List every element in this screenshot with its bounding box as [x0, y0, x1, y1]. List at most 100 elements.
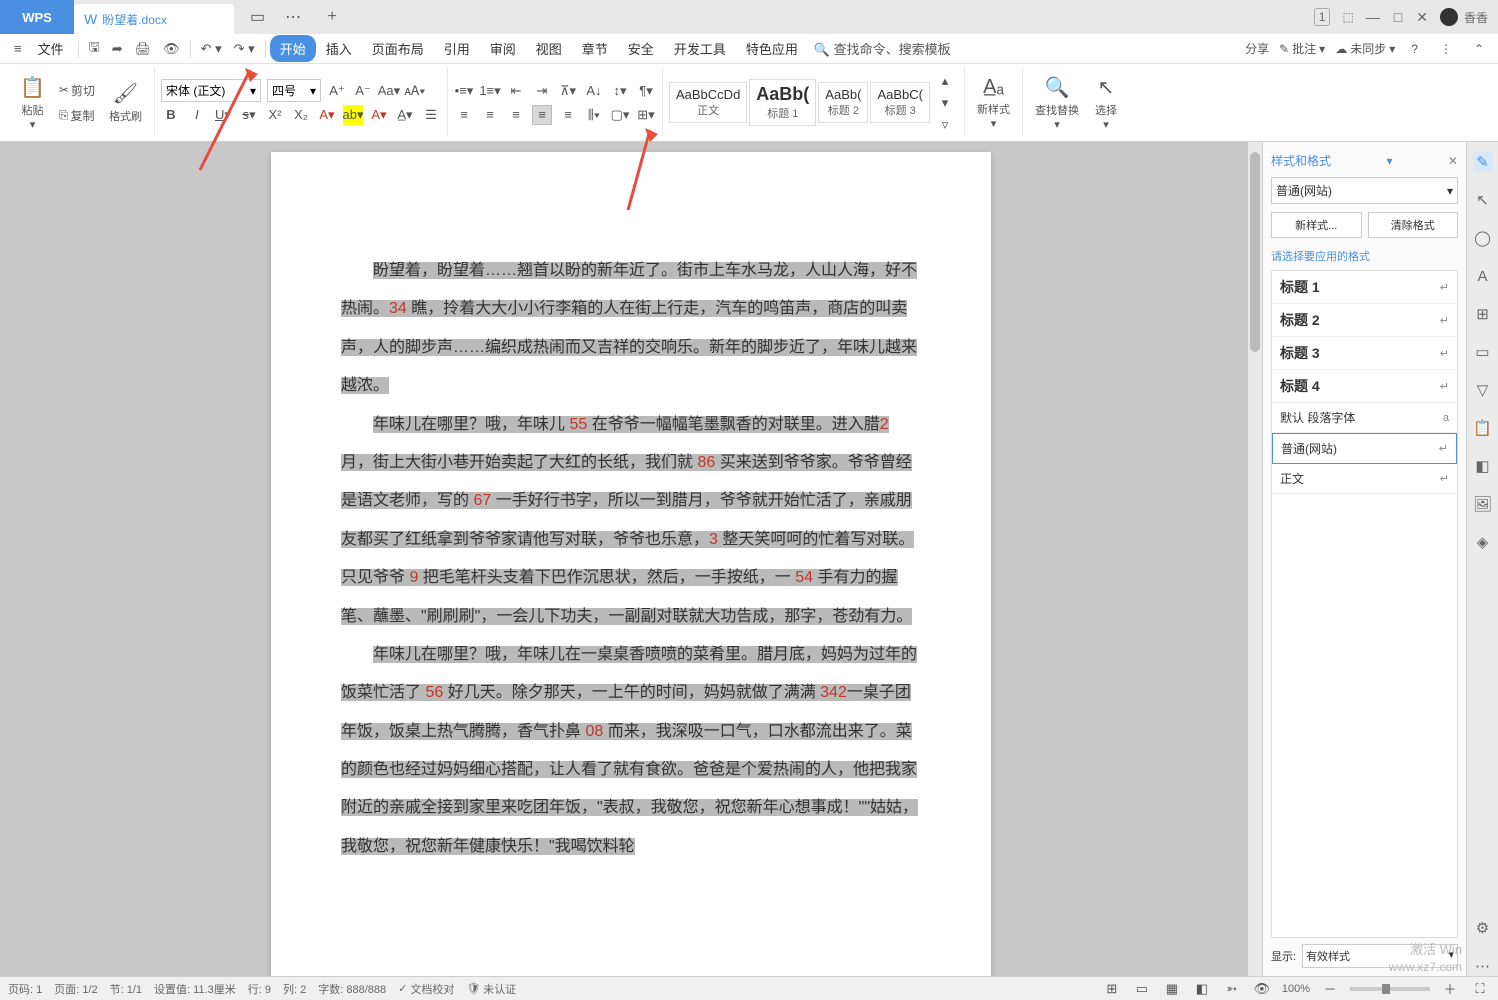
- style-expand[interactable]: ▿: [935, 115, 955, 135]
- fullscreen-icon[interactable]: ⛶: [1470, 979, 1490, 999]
- style-item-normal-web[interactable]: 普通(网站)↵: [1272, 433, 1457, 464]
- minimize-button[interactable]: —: [1366, 9, 1380, 26]
- style-scroll-down[interactable]: ▾: [935, 93, 955, 113]
- style-item-default-font[interactable]: 默认 段落字体a: [1272, 403, 1457, 433]
- italic-icon[interactable]: I: [187, 105, 207, 125]
- add-tab-button[interactable]: +: [317, 2, 347, 32]
- style-item-heading1[interactable]: 标题 1↵: [1272, 271, 1457, 304]
- cut-button[interactable]: ✂剪切: [55, 80, 99, 101]
- increase-indent-icon[interactable]: ⇥: [532, 81, 552, 101]
- font-name-select[interactable]: 宋体 (正文)▾: [161, 79, 261, 102]
- strip-chart-icon[interactable]: ▭: [1473, 342, 1493, 362]
- status-section[interactable]: 节: 1/1: [110, 981, 142, 997]
- increase-font-icon[interactable]: A⁺: [327, 81, 347, 101]
- paste-button[interactable]: 📋粘贴▾: [14, 68, 51, 137]
- numbering-icon[interactable]: 1≡▾: [480, 81, 500, 101]
- document-tab[interactable]: W 盼望着.docx: [74, 4, 234, 34]
- current-style-select[interactable]: 普通(网站)▾: [1271, 177, 1458, 204]
- strip-filter-icon[interactable]: ▽: [1473, 380, 1493, 400]
- style-item-body[interactable]: 正文↵: [1272, 464, 1457, 494]
- bold-icon[interactable]: B: [161, 105, 181, 125]
- decrease-font-icon[interactable]: A⁻: [353, 81, 373, 101]
- show-marks-icon[interactable]: ¶▾: [636, 81, 656, 101]
- view-mode-5-icon[interactable]: ➳: [1222, 979, 1242, 999]
- distribute-icon[interactable]: ≡: [558, 105, 578, 125]
- strikethrough-icon[interactable]: ꜱ▾: [239, 105, 259, 125]
- status-page[interactable]: 页面: 1/2: [54, 981, 97, 997]
- font-size-select[interactable]: 四号▾: [267, 79, 321, 102]
- print-preview-icon[interactable]: 👁: [157, 37, 186, 61]
- style-scroll-up[interactable]: ▴: [935, 71, 955, 91]
- style-item-heading3[interactable]: 标题 3↵: [1272, 337, 1457, 370]
- highlight-icon[interactable]: ab▾: [343, 105, 363, 125]
- zoom-in-icon[interactable]: ＋: [1440, 979, 1460, 999]
- strip-resource-icon[interactable]: ◈: [1473, 532, 1493, 552]
- tab-references[interactable]: 引用: [434, 35, 480, 62]
- view-mode-2-icon[interactable]: ▭: [1132, 979, 1152, 999]
- align-justify-icon[interactable]: ≡: [532, 105, 552, 125]
- view-mode-4-icon[interactable]: ◧: [1192, 979, 1212, 999]
- strip-styles-icon[interactable]: ✎: [1473, 152, 1493, 172]
- style-heading3[interactable]: AaBbC(标题 3: [870, 82, 930, 123]
- strip-more-icon[interactable]: ⋯: [1473, 956, 1493, 976]
- help-icon[interactable]: ?: [1405, 38, 1424, 60]
- undo-icon[interactable]: ↶ ▾: [195, 37, 228, 61]
- bullets-icon[interactable]: •≡▾: [454, 81, 474, 101]
- align-center-icon[interactable]: ≡: [480, 105, 500, 125]
- new-style-button[interactable]: A̲ₐ新样式▾: [971, 72, 1016, 134]
- panel-close-icon[interactable]: ✕: [1448, 154, 1458, 168]
- tab-review[interactable]: 审阅: [480, 35, 526, 62]
- align-right-icon[interactable]: ≡: [506, 105, 526, 125]
- underline-icon[interactable]: U▾: [213, 105, 233, 125]
- strip-table-icon[interactable]: ⊞: [1473, 304, 1493, 324]
- save-icon[interactable]: 🖫: [83, 34, 106, 64]
- document-page[interactable]: 盼望着，盼望着……翘首以盼的新年近了。街市上车水马龙，人山人海，好不热闹。34 …: [271, 152, 991, 976]
- borders-icon[interactable]: ⊞▾: [636, 105, 656, 125]
- columns-icon[interactable]: ⫼▾: [584, 105, 604, 125]
- tab-insert[interactable]: 插入: [316, 35, 362, 62]
- show-filter-select[interactable]: 有效样式▾: [1302, 944, 1458, 968]
- status-position[interactable]: 设置值: 11.3厘米: [154, 981, 236, 997]
- strip-select-icon[interactable]: ↖: [1473, 190, 1493, 210]
- align-left-icon[interactable]: ≡: [454, 105, 474, 125]
- tab-special[interactable]: 特色应用: [736, 35, 808, 62]
- tab-menu-icon[interactable]: ⋯: [279, 3, 307, 31]
- style-heading1[interactable]: AaBb(标题 1: [749, 79, 816, 126]
- find-replace-button[interactable]: 🔍查找替换▾: [1029, 71, 1085, 135]
- strip-settings-icon[interactable]: ⚙: [1473, 918, 1493, 938]
- user-account[interactable]: 香香: [1440, 8, 1488, 26]
- sort-icon[interactable]: A↓: [584, 81, 604, 101]
- search-command[interactable]: 🔍 查找命令、搜索模板: [808, 35, 957, 62]
- style-normal[interactable]: AaBbCcDd正文: [669, 82, 747, 123]
- more-icon[interactable]: ⋮: [1434, 38, 1458, 60]
- strip-image-icon[interactable]: 🖼: [1473, 494, 1493, 514]
- wps-logo[interactable]: WPS: [0, 0, 74, 34]
- superscript-icon[interactable]: X²: [265, 105, 285, 125]
- panel-clear-format-button[interactable]: 清除格式: [1368, 212, 1459, 238]
- badge-icon[interactable]: 1: [1314, 8, 1331, 26]
- view-mode-6-icon[interactable]: 👁: [1252, 979, 1272, 999]
- redo-icon[interactable]: ↷ ▾: [228, 37, 261, 61]
- copy-button[interactable]: ⎘复制: [55, 105, 99, 126]
- status-page-no[interactable]: 页码: 1: [8, 981, 42, 997]
- gift-icon[interactable]: ⬚: [1342, 10, 1353, 24]
- tab-view[interactable]: 视图: [526, 35, 572, 62]
- clear-format-icon[interactable]: 🗚▾: [405, 81, 425, 101]
- strip-shape-icon[interactable]: ◯: [1473, 228, 1493, 248]
- tab-page-layout[interactable]: 页面布局: [362, 35, 434, 62]
- decrease-indent-icon[interactable]: ⇤: [506, 81, 526, 101]
- view-mode-3-icon[interactable]: ▦: [1162, 979, 1182, 999]
- document-area[interactable]: 盼望着，盼望着……翘首以盼的新年近了。街市上车水马龙，人山人海，好不热闹。34 …: [0, 142, 1262, 976]
- style-item-heading2[interactable]: 标题 2↵: [1272, 304, 1457, 337]
- menu-file[interactable]: 文件: [28, 35, 74, 62]
- tab-start[interactable]: 开始: [270, 35, 316, 62]
- style-item-heading4[interactable]: 标题 4↵: [1272, 370, 1457, 403]
- subscript-icon[interactable]: X₂: [291, 105, 311, 125]
- strip-layers-icon[interactable]: ◧: [1473, 456, 1493, 476]
- vertical-scrollbar[interactable]: [1248, 142, 1262, 976]
- format-painter-button[interactable]: 🖌格式刷: [103, 68, 148, 137]
- status-col[interactable]: 列: 2: [283, 981, 306, 997]
- collapse-ribbon-icon[interactable]: ⌃: [1468, 38, 1490, 60]
- text-effects-icon[interactable]: A▾: [317, 105, 337, 125]
- select-button[interactable]: ↖选择▾: [1089, 71, 1123, 135]
